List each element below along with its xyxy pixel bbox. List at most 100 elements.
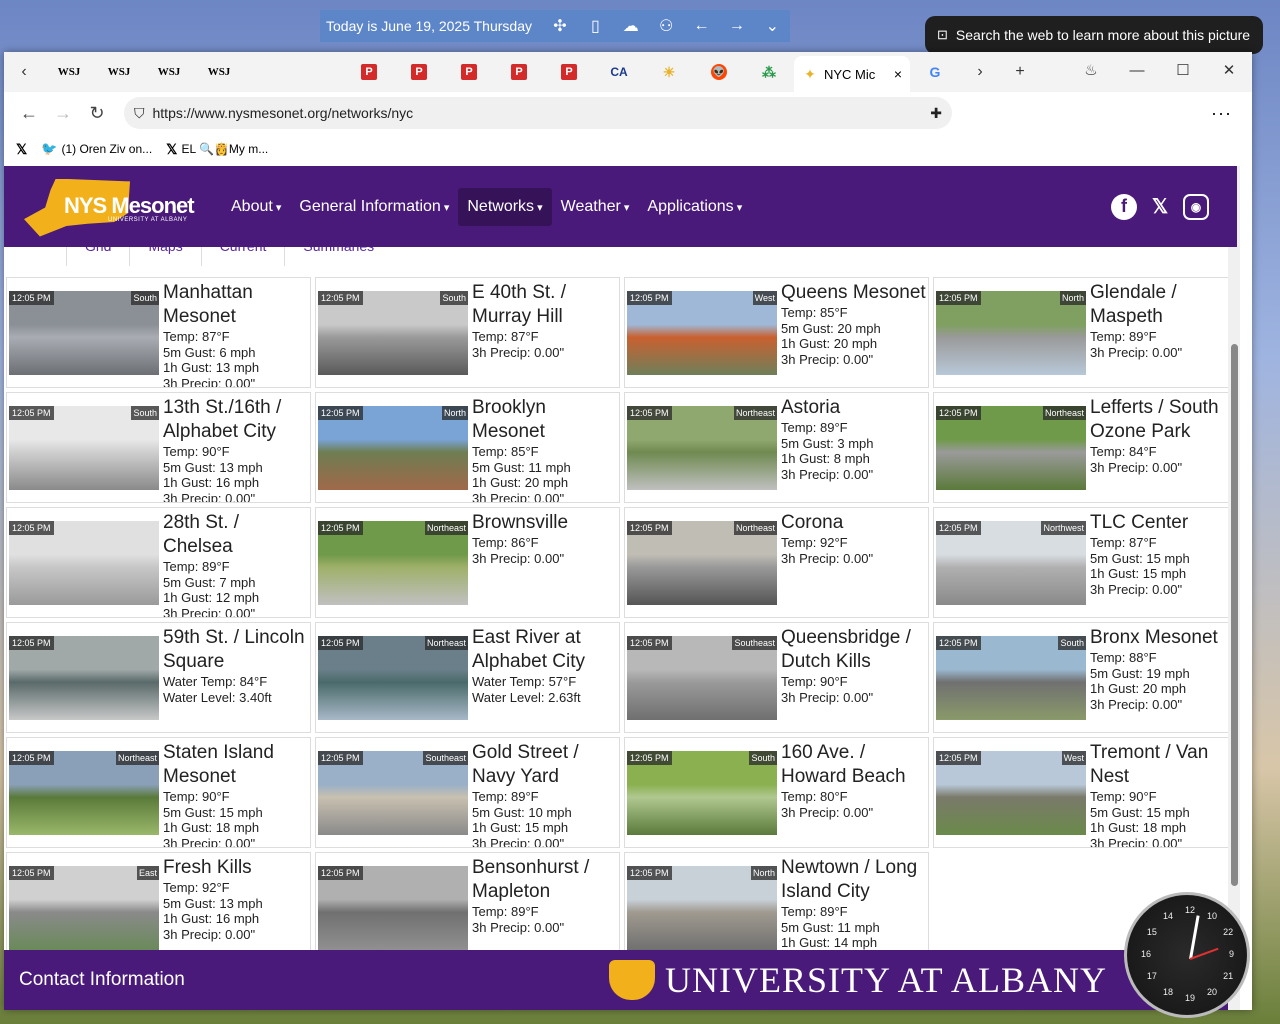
menu-general-information[interactable]: General Information <box>290 188 458 226</box>
menu-applications[interactable]: Applications <box>638 188 751 226</box>
station-name[interactable]: 28th St. / Chelsea <box>163 511 310 559</box>
station-name[interactable]: Glendale / Maspeth <box>1090 281 1237 329</box>
station-card[interactable]: 12:05 PM West Queens Mesonet Temp: 85°F 5m G… <box>624 277 929 388</box>
station-camera-image[interactable]: 12:05 PM North <box>936 291 1086 375</box>
station-card[interactable]: 12:05 PM South 160 Ave. / Howard Beach Temp… <box>624 737 929 848</box>
station-card[interactable]: 12:05 PM Northeast Brownsville Temp: 86°F 3h… <box>315 507 620 618</box>
tab-2[interactable]: WSJ <box>144 57 194 87</box>
tab-0[interactable]: WSJ <box>44 57 94 87</box>
station-name[interactable]: Lefferts / South Ozone Park <box>1090 396 1237 444</box>
station-camera-image[interactable]: 12:05 PM East <box>9 866 159 950</box>
station-camera-image[interactable]: 12:05 PM North <box>627 866 777 950</box>
station-camera-image[interactable]: 12:05 PM South <box>9 291 159 375</box>
station-name[interactable]: 59th St. / Lincoln Square <box>163 626 310 674</box>
station-camera-image[interactable]: 12:05 PM North <box>318 406 468 490</box>
tab-13[interactable]: 👽 <box>694 57 744 87</box>
facebook-icon[interactable]: f <box>1111 193 1137 220</box>
bookmark-x[interactable]: 𝕏 <box>16 141 27 158</box>
tab-9[interactable]: P <box>494 57 544 87</box>
tab-7[interactable]: P <box>394 57 444 87</box>
station-camera-image[interactable]: 12:05 PM Northeast <box>627 521 777 605</box>
station-camera-image[interactable]: 12:05 PM Southeast <box>318 751 468 835</box>
cloud-icon[interactable]: ☁ <box>613 16 648 36</box>
tab-nyc-micronet[interactable]: ✦ NYC Mic × <box>794 56 910 92</box>
station-camera-image[interactable]: 12:05 PM Northeast <box>627 406 777 490</box>
station-name[interactable]: 160 Ave. / Howard Beach <box>781 741 928 789</box>
menu-networks[interactable]: Networks <box>458 187 552 226</box>
phone-icon[interactable]: ▯ <box>578 16 613 36</box>
arrow-left-icon[interactable]: ← <box>684 17 719 35</box>
bookmark-el[interactable]: 𝕏 EL 🔍👸My m... <box>166 141 268 158</box>
station-camera-image[interactable]: 12:05 PM <box>9 521 159 605</box>
station-name[interactable]: Corona <box>781 511 873 535</box>
station-card[interactable]: 12:05 PM West Tremont / Van Nest Temp: 90°F… <box>933 737 1238 848</box>
station-name[interactable]: Astoria <box>781 396 873 420</box>
station-name[interactable]: Tremont / Van Nest <box>1090 741 1237 789</box>
station-camera-image[interactable]: 12:05 PM West <box>936 751 1086 835</box>
more-menu-icon[interactable]: ··· <box>1211 103 1232 124</box>
station-camera-image[interactable]: 12:05 PM South <box>318 291 468 375</box>
station-camera-image[interactable]: 12:05 PM Northwest <box>936 521 1086 605</box>
nys-mesonet-logo[interactable]: NYS Mesonet UNIVERSITY AT ALBANY <box>24 177 214 237</box>
station-card[interactable]: 12:05 PM Northeast East River at Alphabet … <box>315 622 620 733</box>
maximize-icon[interactable]: ☐ <box>1160 61 1206 79</box>
station-name[interactable]: Fresh Kills <box>163 856 263 880</box>
station-card[interactable]: 12:05 PM North Newtown / Long Island City T… <box>624 852 929 963</box>
station-name[interactable]: Staten Island Mesonet <box>163 741 310 789</box>
refresh-icon[interactable]: ↻ <box>80 103 114 124</box>
station-name[interactable]: Brownsville <box>472 511 568 535</box>
station-card[interactable]: 12:05 PM South Bronx Mesonet Temp: 88°F 5m G… <box>933 622 1238 733</box>
station-name[interactable]: 13th St./16th / Alphabet City <box>163 396 310 444</box>
station-name[interactable]: Bensonhurst / Mapleton <box>472 856 619 904</box>
station-camera-image[interactable]: 12:05 PM Northeast <box>936 406 1086 490</box>
station-card[interactable]: 12:05 PM Northeast Corona Temp: 92°F 3h Prec… <box>624 507 929 618</box>
station-name[interactable]: Queensbridge / Dutch Kills <box>781 626 928 674</box>
tab-10[interactable]: P <box>544 57 594 87</box>
menu-weather[interactable]: Weather <box>552 188 639 226</box>
menu-about[interactable]: About <box>222 188 290 226</box>
tab-google[interactable]: G <box>910 57 960 87</box>
tab-scroll-left-icon[interactable]: ‹ <box>4 63 44 81</box>
tab-4[interactable] <box>244 57 294 87</box>
forward-icon[interactable]: → <box>46 103 80 124</box>
station-camera-image[interactable]: 12:05 PM <box>9 636 159 720</box>
station-camera-image[interactable]: 12:05 PM Northeast <box>9 751 159 835</box>
station-name[interactable]: Brooklyn Mesonet <box>472 396 619 444</box>
station-card[interactable]: 12:05 PM 28th St. / Chelsea Temp: 89°F 5m G… <box>6 507 311 618</box>
station-name[interactable]: East River at Alphabet City <box>472 626 619 674</box>
station-name[interactable]: E 40th St. / Murray Hill <box>472 281 619 329</box>
scrollbar-thumb[interactable] <box>1231 344 1238 886</box>
tab-3[interactable]: WSJ <box>194 57 244 87</box>
back-icon[interactable]: ← <box>12 103 46 124</box>
station-camera-image[interactable]: 12:05 PM South <box>936 636 1086 720</box>
station-card[interactable]: 12:05 PM Southeast Gold Street / Navy Yard… <box>315 737 620 848</box>
station-card[interactable]: 12:05 PM Bensonhurst / Mapleton Temp: 89°F… <box>315 852 620 963</box>
station-card[interactable]: 12:05 PM North Glendale / Maspeth Temp: 89°… <box>933 277 1238 388</box>
station-card[interactable]: 12:05 PM North Brooklyn Mesonet Temp: 85°F 5… <box>315 392 620 503</box>
chevron-down-icon[interactable]: ⌄ <box>755 16 790 36</box>
tab-14[interactable]: ⁂ <box>744 57 794 87</box>
station-card[interactable]: 12:05 PM Northeast Lefferts / South Ozone … <box>933 392 1238 503</box>
station-name[interactable]: Queens Mesonet <box>781 281 926 305</box>
station-card[interactable]: 12:05 PM East Fresh Kills Temp: 92°F 5m Gust… <box>6 852 311 963</box>
page-scrollbar[interactable] <box>1228 166 1240 1010</box>
puzzle-icon[interactable]: ✣ <box>542 16 577 36</box>
tab-6[interactable]: P <box>344 57 394 87</box>
bookmark-oren-ziv[interactable]: 🐦 (1) Oren Ziv on... <box>41 141 152 157</box>
station-camera-image[interactable]: 12:05 PM South <box>9 406 159 490</box>
station-card[interactable]: 12:05 PM Northeast Astoria Temp: 89°F 5m Gus… <box>624 392 929 503</box>
station-card[interactable]: 12:05 PM Northwest TLC Center Temp: 87°F 5m … <box>933 507 1238 618</box>
close-window-icon[interactable]: ✕ <box>1206 61 1252 79</box>
station-card[interactable]: 12:05 PM South 13th St./16th / Alphabet Ci… <box>6 392 311 503</box>
url-field[interactable]: ⛉ https://www.nysmesonet.org/networks/ny… <box>124 97 952 129</box>
visual-search-tooltip[interactable]: ⊡ Search the web to learn more about thi… <box>925 16 1263 54</box>
station-card[interactable]: 12:05 PM 59th St. / Lincoln Square Water T… <box>6 622 311 733</box>
station-camera-image[interactable]: 12:05 PM South <box>627 751 777 835</box>
tab-5[interactable] <box>294 57 344 87</box>
station-card[interactable]: 12:05 PM Southeast Queensbridge / Dutch Ki… <box>624 622 929 733</box>
station-camera-image[interactable]: 12:05 PM West <box>627 291 777 375</box>
close-tab-icon[interactable]: × <box>894 66 902 82</box>
station-name[interactable]: Gold Street / Navy Yard <box>472 741 619 789</box>
station-name[interactable]: TLC Center <box>1090 511 1190 535</box>
tab-11[interactable]: CA <box>594 57 644 87</box>
